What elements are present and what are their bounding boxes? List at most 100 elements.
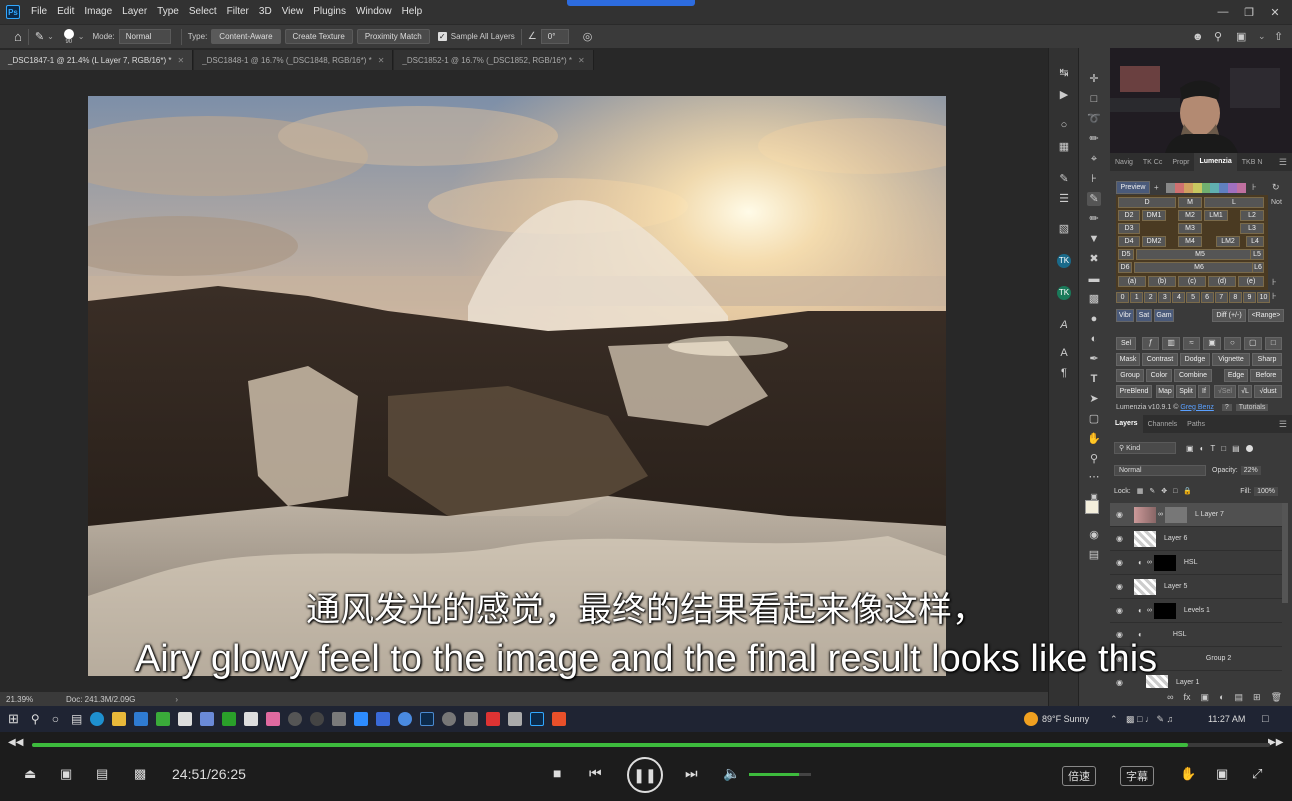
- quick-select-tool-icon[interactable]: ✏: [1087, 132, 1101, 146]
- eyedropper-icon[interactable]: ⊦: [1252, 182, 1257, 193]
- plus-icon[interactable]: +: [1154, 183, 1164, 192]
- swatch[interactable]: [1174, 183, 1184, 193]
- layer-mask-thumbnail[interactable]: [1153, 554, 1176, 571]
- obs-icon[interactable]: [288, 712, 303, 726]
- lum-m6[interactable]: M6: [1134, 262, 1264, 273]
- tab-paths[interactable]: Paths: [1182, 421, 1210, 428]
- help-button[interactable]: ?: [1221, 403, 1232, 411]
- chevron-down-icon[interactable]: ⌄: [78, 32, 85, 41]
- blend-mode-select[interactable]: Normal: [1114, 464, 1206, 476]
- stop-icon[interactable]: ■: [553, 765, 561, 781]
- lum-d2[interactable]: D2: [1118, 210, 1140, 221]
- app-icon[interactable]: [442, 712, 457, 726]
- task-view-icon[interactable]: ▤: [71, 712, 82, 726]
- photos-icon[interactable]: [200, 712, 215, 726]
- tab-layers[interactable]: Layers: [1110, 415, 1143, 433]
- paragraph-icon[interactable]: ¶: [1057, 366, 1071, 380]
- not-toggle[interactable]: Not: [1271, 199, 1282, 206]
- shape-filter-icon[interactable]: □: [1221, 444, 1226, 453]
- more-tools-icon[interactable]: ⋯: [1087, 470, 1101, 484]
- lum-d4[interactable]: D4: [1118, 236, 1140, 247]
- lum-b[interactable]: (b): [1148, 276, 1176, 287]
- mask-button[interactable]: Mask: [1116, 353, 1140, 366]
- zone-0[interactable]: 0: [1116, 292, 1130, 303]
- home-icon[interactable]: ⌂: [14, 29, 22, 44]
- workspace-icon[interactable]: ▣: [1236, 30, 1246, 43]
- lum-m5[interactable]: M5: [1136, 249, 1264, 260]
- eraser-tool-icon[interactable]: ▬: [1087, 272, 1101, 286]
- menu-plugins[interactable]: Plugins: [308, 0, 351, 24]
- link-layers-icon[interactable]: ∞: [1167, 692, 1173, 702]
- menu-filter[interactable]: Filter: [222, 0, 254, 24]
- swatch[interactable]: [1201, 183, 1211, 193]
- crop-tool-icon[interactable]: ⌖: [1087, 152, 1101, 166]
- lum-l4[interactable]: L4: [1246, 236, 1264, 247]
- screenshot-icon[interactable]: ▩: [134, 766, 146, 782]
- zone-1[interactable]: 1: [1130, 292, 1144, 303]
- pressure-icon[interactable]: ◎: [583, 30, 593, 43]
- contrast-button[interactable]: Contrast: [1142, 353, 1178, 366]
- menu-view[interactable]: View: [277, 0, 309, 24]
- lum-m3[interactable]: M3: [1178, 223, 1202, 234]
- wave-icon[interactable]: ≈: [1182, 337, 1201, 350]
- zone-10[interactable]: 10: [1256, 292, 1271, 303]
- close-tab-icon[interactable]: ✕: [578, 56, 585, 65]
- gam-button[interactable]: Gam: [1154, 309, 1174, 322]
- lum-l3[interactable]: L3: [1240, 223, 1264, 234]
- greg-benz-link[interactable]: Greg Benz: [1180, 404, 1213, 411]
- zone-6[interactable]: 6: [1200, 292, 1214, 303]
- app-icon[interactable]: [332, 712, 347, 726]
- fullscreen-icon[interactable]: ⤢: [1252, 766, 1262, 782]
- edge-icon[interactable]: [90, 712, 105, 726]
- character-icon[interactable]: A: [1057, 346, 1071, 360]
- check-l-button[interactable]: √L: [1238, 385, 1252, 398]
- photoshop-logo-icon[interactable]: Ps: [6, 5, 20, 19]
- opacity-input[interactable]: 22%: [1240, 465, 1261, 475]
- camtasia-icon[interactable]: [156, 712, 171, 726]
- close-icon[interactable]: ✕: [1262, 0, 1288, 24]
- combine-button[interactable]: Combine: [1174, 369, 1212, 382]
- lum-d5[interactable]: D5: [1118, 249, 1134, 260]
- search-icon[interactable]: ⚲: [31, 712, 40, 726]
- zone-9[interactable]: 9: [1242, 292, 1256, 303]
- before-button[interactable]: Before: [1250, 369, 1282, 382]
- share-icon[interactable]: ⇧: [1274, 30, 1283, 43]
- type-tool-icon[interactable]: T: [1087, 372, 1101, 386]
- map-button[interactable]: Map: [1156, 385, 1174, 398]
- clone-stamp-tool-icon[interactable]: ▼: [1087, 232, 1101, 246]
- edge-button[interactable]: Edge: [1224, 369, 1248, 382]
- grid-icon[interactable]: ▦: [1057, 140, 1071, 154]
- lum-dm2[interactable]: DM2: [1142, 236, 1166, 247]
- app-icon[interactable]: [244, 712, 259, 726]
- doc-tab-1[interactable]: _DSC1847-1 @ 21.4% (L Layer 7, RGB/16*) …: [0, 50, 194, 70]
- layer-row[interactable]: ◉ ∞ L Layer 7: [1110, 503, 1282, 527]
- spot-healing-tool-icon[interactable]: ✎: [1087, 192, 1101, 206]
- layer-mask-thumbnail[interactable]: [1165, 506, 1187, 523]
- dodge-tool-icon[interactable]: ◐: [1087, 332, 1101, 346]
- create-texture-button[interactable]: Create Texture: [284, 29, 353, 44]
- lum-a[interactable]: (a): [1118, 276, 1146, 287]
- app-icon[interactable]: [508, 712, 523, 726]
- vignette-button[interactable]: Vignette: [1212, 353, 1250, 366]
- eyedropper-tool-icon[interactable]: ⊦: [1087, 172, 1101, 186]
- pen-tool-icon[interactable]: ✒: [1087, 352, 1101, 366]
- fx-icon[interactable]: fx: [1184, 692, 1191, 702]
- lum-l6[interactable]: L6: [1252, 262, 1264, 273]
- sliders-icon[interactable]: ☰: [1057, 192, 1071, 206]
- pixel-filter-icon[interactable]: ▣: [1186, 444, 1194, 453]
- brush-preset-picker[interactable]: 90: [63, 28, 74, 45]
- lum-lm2[interactable]: LM2: [1216, 236, 1240, 247]
- quick-mask-icon[interactable]: ◉: [1087, 528, 1101, 542]
- fx-icon[interactable]: ƒ: [1142, 337, 1160, 350]
- smart-object-filter-icon[interactable]: ▤: [1232, 444, 1240, 453]
- picture-in-picture-icon[interactable]: ▤: [96, 766, 108, 782]
- zone-7[interactable]: 7: [1214, 292, 1228, 303]
- histogram-icon[interactable]: ▥: [1162, 337, 1180, 350]
- chrome-icon[interactable]: [398, 712, 413, 726]
- sample-all-layers-checkbox[interactable]: ✓: [437, 32, 447, 41]
- menu-image[interactable]: Image: [79, 0, 117, 24]
- split-button[interactable]: Split: [1176, 385, 1196, 398]
- lock-image-icon[interactable]: ✎: [1149, 487, 1155, 495]
- swatch[interactable]: [1219, 183, 1229, 193]
- restore-icon[interactable]: ❐: [1236, 0, 1262, 24]
